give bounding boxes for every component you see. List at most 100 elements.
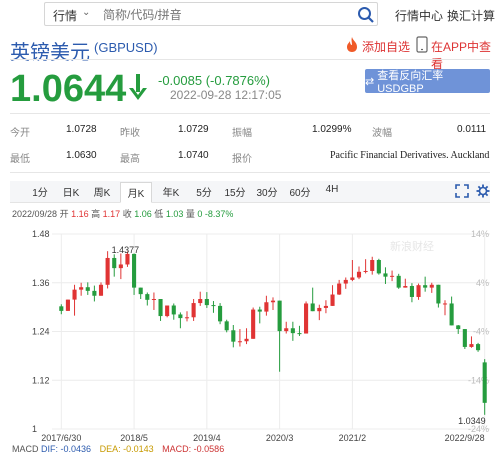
swap-icon: ⇄ bbox=[365, 75, 375, 88]
candle-body bbox=[317, 307, 322, 312]
tab-yearly[interactable]: 年K bbox=[159, 184, 183, 203]
candle-body bbox=[198, 299, 203, 304]
down-arrow-icon bbox=[129, 74, 147, 100]
chevron-down-icon[interactable]: ⌄ bbox=[82, 7, 90, 18]
candle-body bbox=[456, 325, 461, 330]
candle-body bbox=[284, 328, 289, 332]
candle-body bbox=[251, 309, 256, 339]
stats-divider bbox=[10, 172, 490, 173]
current-price: 1.0644 bbox=[10, 68, 127, 110]
candle-body bbox=[330, 294, 335, 306]
macd-dif-label: DIF: bbox=[41, 444, 59, 454]
amplitude-label: 振幅 bbox=[232, 128, 252, 139]
candle-body bbox=[65, 299, 70, 311]
phone-icon[interactable] bbox=[416, 36, 428, 53]
quote-source-label: 报价 bbox=[232, 154, 252, 165]
fire-icon[interactable] bbox=[344, 36, 360, 53]
candle-body bbox=[132, 253, 137, 288]
candle-body bbox=[376, 260, 381, 274]
ohlc-high: 1.17 bbox=[102, 209, 121, 219]
tab-4h[interactable]: 4H bbox=[320, 184, 344, 203]
candle-body bbox=[138, 287, 143, 295]
ohlc-high-label: 高 bbox=[91, 209, 101, 219]
x-tick-label: 2020/3 bbox=[266, 433, 294, 442]
macd-dif: -0.0436 bbox=[60, 444, 92, 454]
search-icon[interactable] bbox=[357, 6, 375, 24]
candle-body bbox=[191, 303, 196, 318]
candle-body bbox=[337, 283, 342, 295]
volatility-label: 波幅 bbox=[372, 128, 392, 139]
candle-body bbox=[310, 303, 315, 312]
low-label: 最低 bbox=[10, 154, 30, 165]
fullscreen-icon[interactable] bbox=[455, 184, 469, 198]
candle-body bbox=[304, 303, 309, 334]
candle-body bbox=[237, 341, 242, 343]
tab-60min[interactable]: 60分 bbox=[288, 184, 312, 203]
add-favorite-link[interactable]: 添加自选 bbox=[362, 38, 410, 55]
candle-body bbox=[476, 344, 481, 351]
macd-value-label: MACD: bbox=[162, 444, 192, 454]
candle-body bbox=[158, 299, 163, 317]
ohlc-amp-label: 量 bbox=[185, 209, 195, 219]
y-tick-label: 1 bbox=[32, 424, 37, 434]
macd-value: -0.0586 bbox=[193, 444, 225, 454]
candle-body bbox=[423, 285, 428, 288]
header-divider bbox=[10, 59, 490, 60]
tab-1min[interactable]: 1分 bbox=[28, 184, 52, 203]
ohlc-low: 1.03 bbox=[165, 209, 184, 219]
candle-body bbox=[290, 328, 295, 334]
quote-source-value: Pacific Financial Derivatives. Auckland bbox=[330, 150, 490, 161]
price-change: -0.0085 (-0.7876%) bbox=[158, 73, 271, 88]
candle-body bbox=[244, 338, 249, 342]
search-box: 行情 ⌄ bbox=[44, 2, 378, 26]
ohlc-amp: 0 -8.37% bbox=[197, 209, 234, 219]
ohlc-close-label: 收 bbox=[122, 209, 132, 219]
candlestick-chart[interactable]: 1.48 14%1.36 4%1.24 -4%1.12 -14%1 -24%2017/6/… bbox=[0, 224, 500, 442]
tab-monthly[interactable]: 月K bbox=[120, 182, 152, 203]
search-type-select[interactable]: 行情 bbox=[53, 7, 77, 24]
tab-15min[interactable]: 15分 bbox=[223, 184, 247, 203]
x-tick-label: 2019/4 bbox=[193, 433, 221, 442]
ohlc-open: 1.16 bbox=[71, 209, 89, 219]
y-tick-label: 1.48 bbox=[32, 229, 50, 239]
top-bar: 行情 ⌄ 行情中心 换汇计算 bbox=[0, 0, 500, 28]
tab-daily[interactable]: 日K bbox=[59, 184, 83, 203]
candle-body bbox=[356, 271, 362, 278]
candle-body bbox=[350, 277, 355, 280]
y-tick-label: 1.36 bbox=[32, 278, 50, 288]
y-tick-label: 1.24 bbox=[32, 327, 50, 337]
macd-dea-label: DEA: bbox=[99, 444, 121, 454]
candle-body bbox=[409, 286, 414, 297]
open-value: 1.0728 bbox=[66, 124, 97, 135]
candle-body bbox=[85, 287, 90, 291]
tab-5min[interactable]: 5分 bbox=[192, 184, 216, 203]
prev-close-value: 1.0729 bbox=[178, 124, 209, 135]
candle-body bbox=[79, 287, 84, 290]
macd-title: MACD bbox=[12, 444, 39, 454]
tab-weekly[interactable]: 周K bbox=[90, 184, 114, 203]
candle-body bbox=[257, 309, 262, 312]
volatility-value: 0.0111 bbox=[457, 124, 487, 135]
candle-body bbox=[449, 303, 454, 326]
reverse-rate-button[interactable]: ⇄ 查看反向汇率 USDGBP bbox=[365, 69, 490, 95]
y-tick-right-label: 4% bbox=[476, 278, 489, 288]
candle-body bbox=[218, 305, 223, 322]
market-center-link[interactable]: 行情中心 bbox=[395, 7, 443, 24]
quote-time: 2022-09-28 12:17:05 bbox=[170, 88, 282, 102]
y-tick-label: 1.12 bbox=[32, 375, 50, 385]
macd-dea: -0.0143 bbox=[123, 444, 154, 454]
search-input[interactable] bbox=[103, 6, 353, 23]
watermark: 新浪财经 bbox=[390, 239, 434, 253]
ohlc-close: 1.06 bbox=[134, 209, 152, 219]
gear-icon[interactable] bbox=[476, 184, 490, 198]
candle-body bbox=[105, 257, 110, 285]
ohlc-readout: 2022/09/28 开 1.16 高 1.17 收 1.06 低 1.03 量… bbox=[12, 207, 233, 220]
y-tick-right-label: -4% bbox=[473, 327, 489, 337]
candle-body bbox=[462, 329, 467, 347]
fx-calculator-link[interactable]: 换汇计算 bbox=[447, 7, 495, 24]
prev-close-label: 昨收 bbox=[120, 128, 140, 139]
candle-body bbox=[429, 284, 434, 288]
candle-body bbox=[72, 289, 77, 300]
y-tick-right-label: 14% bbox=[471, 229, 489, 239]
tab-30min[interactable]: 30分 bbox=[255, 184, 279, 203]
